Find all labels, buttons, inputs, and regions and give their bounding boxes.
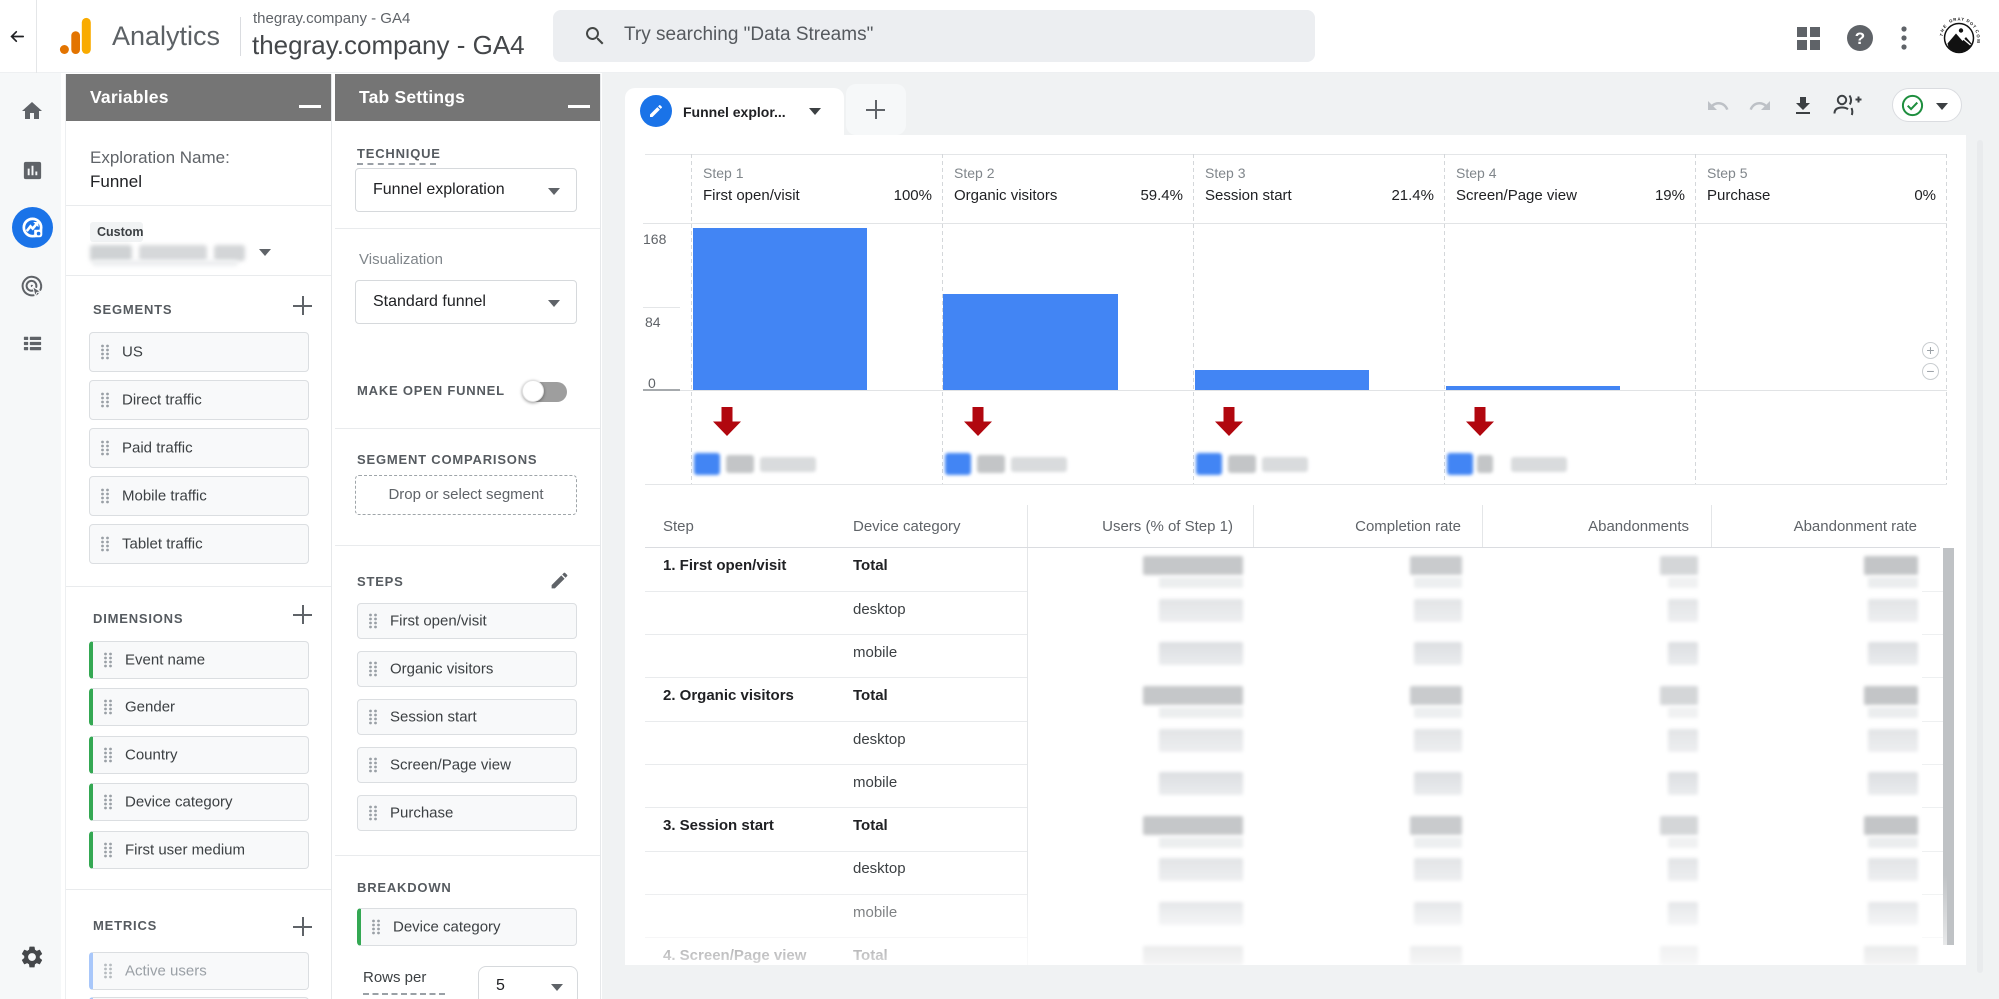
svg-text:R: R [1953, 17, 1957, 22]
svg-text:M: M [1976, 39, 1981, 43]
svg-text:T: T [1939, 32, 1945, 37]
svg-text:Y: Y [1961, 16, 1965, 21]
svg-text:E: E [1942, 23, 1948, 29]
svg-text:O: O [1975, 34, 1981, 39]
svg-text:C: C [1974, 29, 1980, 34]
